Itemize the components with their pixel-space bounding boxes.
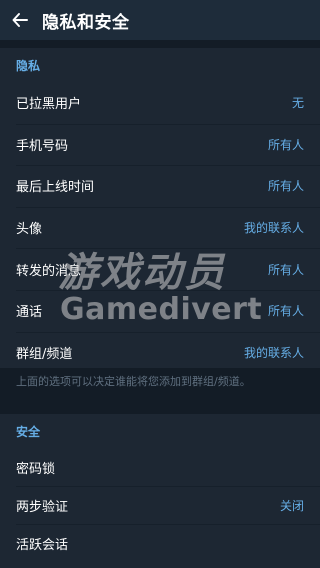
blocked-users-item[interactable]: 已拉黑用户 无 <box>0 82 320 124</box>
passcode-lock-item[interactable]: 密码锁 <box>0 448 320 486</box>
security-section: 安全 密码锁 两步验证 关闭 活跃会话 <box>0 414 320 568</box>
groups-channels-item[interactable]: 群组/频道 我的联系人 <box>0 331 320 374</box>
item-label: 转发的消息 <box>16 263 82 279</box>
item-value: 所有人 <box>267 262 304 277</box>
item-label: 最后上线时间 <box>16 180 95 196</box>
last-seen-item[interactable]: 最后上线时间 所有人 <box>0 165 320 207</box>
arrow-left-icon <box>12 13 28 27</box>
item-value: 所有人 <box>267 137 304 152</box>
privacy-section: 隐私 已拉黑用户 无 手机号码 所有人 最后上线时间 所有人 头像 我的联系人 … <box>0 48 320 368</box>
item-label: 活跃会话 <box>16 537 69 553</box>
active-sessions-item[interactable]: 活跃会话 <box>0 524 320 562</box>
item-value: 所有人 <box>267 179 304 194</box>
item-label: 密码锁 <box>16 461 56 477</box>
item-value: 关闭 <box>279 498 304 513</box>
item-value: 所有人 <box>267 304 304 319</box>
item-value: 无 <box>291 96 304 111</box>
item-label: 手机号码 <box>16 138 69 154</box>
privacy-hint-text: 上面的选项可以决定谁能将您添加到群组/频道。 <box>0 368 320 406</box>
profile-photo-item[interactable]: 头像 我的联系人 <box>0 206 320 249</box>
two-step-verification-item[interactable]: 两步验证 关闭 <box>0 486 320 524</box>
item-value: 我的联系人 <box>243 221 304 236</box>
item-label: 群组/频道 <box>16 346 73 362</box>
item-label: 头像 <box>16 222 43 238</box>
forwarded-messages-item[interactable]: 转发的消息 所有人 <box>0 248 320 290</box>
phone-number-item[interactable]: 手机号码 所有人 <box>0 123 320 166</box>
item-value: 我的联系人 <box>243 345 304 360</box>
page-title: 隐私和安全 <box>42 12 130 33</box>
item-label: 两步验证 <box>16 499 69 515</box>
privacy-section-header: 隐私 <box>16 58 41 73</box>
item-label: 通话 <box>16 305 43 321</box>
app-bar: 隐私和安全 <box>0 0 320 40</box>
back-button[interactable] <box>0 0 40 40</box>
item-label: 已拉黑用户 <box>16 97 82 113</box>
calls-item[interactable]: 通话 所有人 <box>0 289 320 332</box>
security-section-header: 安全 <box>16 424 41 439</box>
